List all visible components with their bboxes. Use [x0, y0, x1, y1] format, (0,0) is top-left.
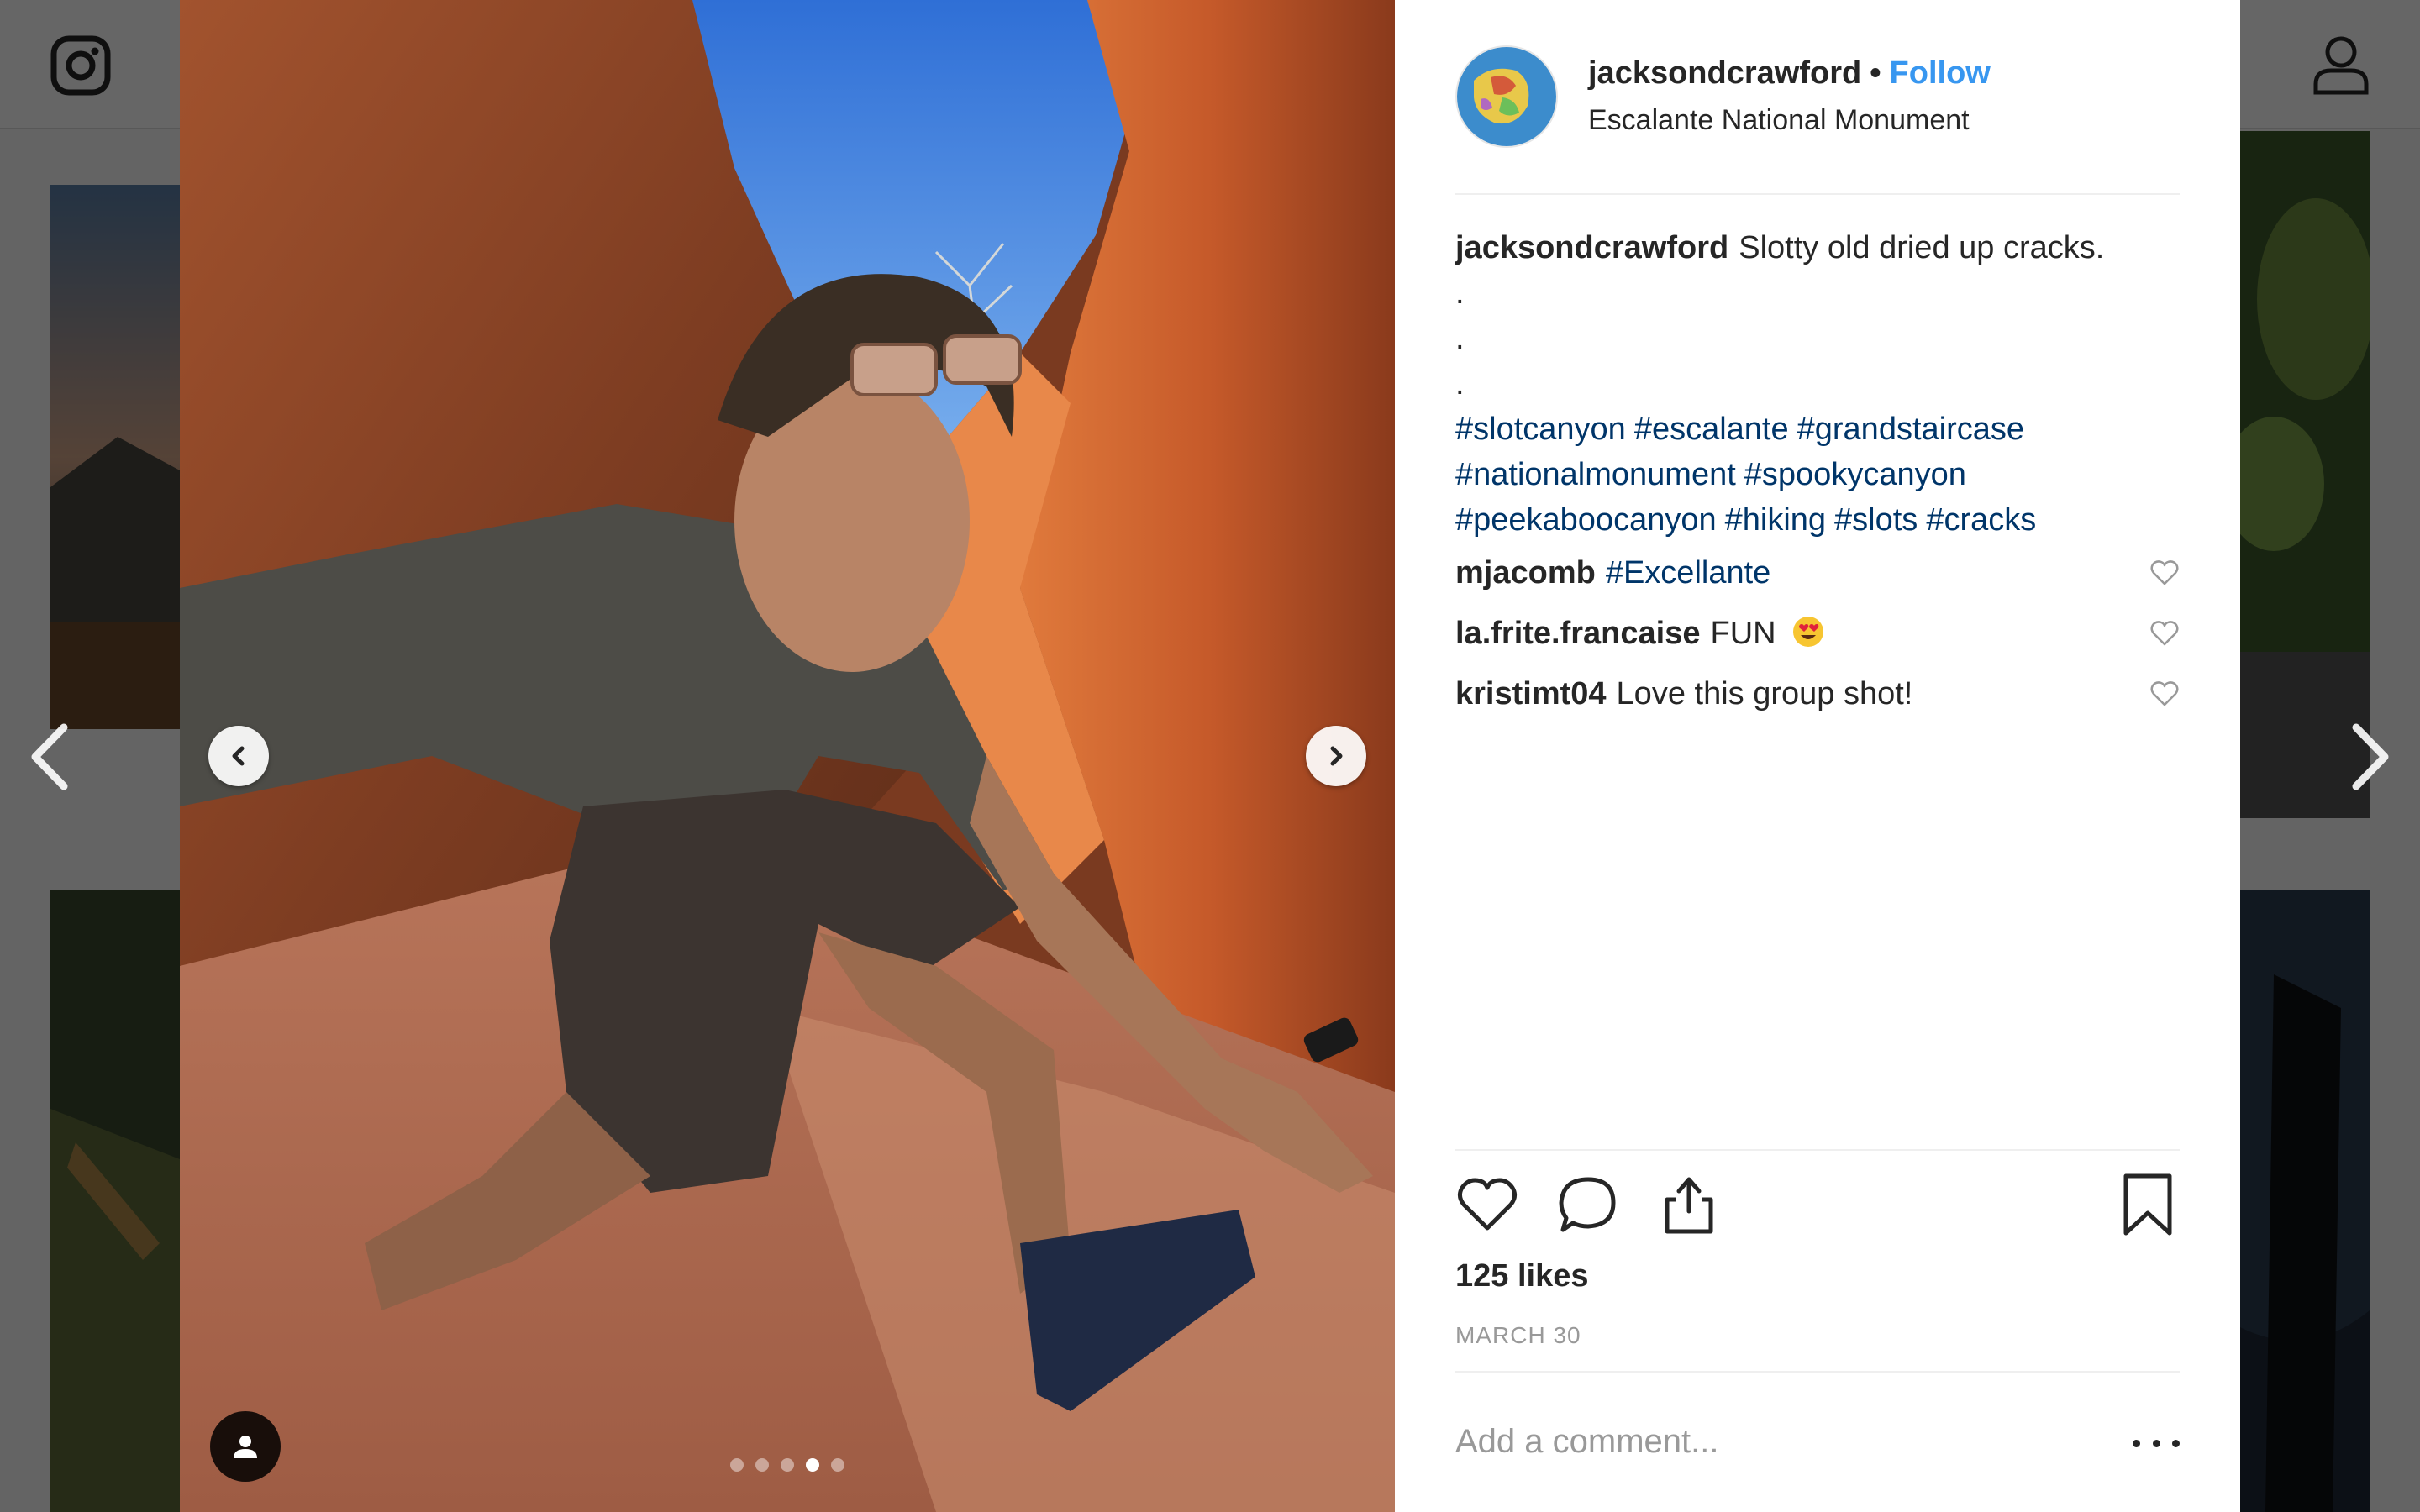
carousel-dot	[806, 1458, 819, 1472]
follow-button[interactable]: Follow	[1890, 55, 1991, 91]
comment-text: FUN	[1710, 616, 1776, 651]
post-date: MARCH 30	[1455, 1322, 1581, 1348]
carousel-indicator	[180, 1458, 1395, 1472]
post-photo[interactable]	[180, 0, 1395, 1512]
hashtag-link[interactable]: #cracks	[1926, 502, 2036, 538]
photo-scene	[180, 0, 1395, 1512]
comment-row: la.frite.francaise FUN	[1455, 603, 2180, 664]
caption-dot-line: .	[1455, 276, 1465, 311]
carousel-next-button[interactable]	[1306, 726, 1366, 786]
speech-bubble-icon[interactable]	[1556, 1173, 1620, 1236]
post-actions-bar	[1455, 1173, 2180, 1240]
comment-text[interactable]: #Excellante	[1606, 555, 1770, 591]
person-tag-icon	[234, 1436, 257, 1458]
more-dot	[2152, 1439, 2160, 1447]
caption-hashtags: #slotcanyon #escalante #grandstaircase #na…	[1455, 407, 2128, 543]
more-dot	[2133, 1439, 2140, 1447]
more-options-button[interactable]	[2133, 1428, 2180, 1458]
caption-username[interactable]: jacksondcrawford	[1455, 230, 1728, 265]
post-header: jacksondcrawford • Follow Escalante Nation…	[1455, 45, 2180, 150]
chevron-right-icon[interactable]	[2341, 719, 2400, 795]
carousel-prev-button[interactable]	[208, 726, 269, 786]
chevron-left-icon	[232, 746, 245, 766]
post-location[interactable]: Escalante National Monument	[1588, 104, 1970, 137]
chevron-left-icon[interactable]	[20, 719, 79, 795]
carousel-dot	[730, 1458, 744, 1472]
caption-text: Slotty old dried up cracks.	[1739, 230, 2105, 265]
hashtag-link[interactable]: #nationalmonument	[1455, 457, 1736, 492]
bookmark-icon[interactable]	[2116, 1173, 2180, 1236]
hashtag-link[interactable]: #escalante	[1634, 412, 1789, 447]
hashtag-link[interactable]: #slotcanyon	[1455, 412, 1626, 447]
comment-input-divider	[1455, 1371, 2180, 1373]
post-caption: jacksondcrawford Slotty old dried up crac…	[1455, 225, 2180, 270]
separator-dot: •	[1870, 55, 1881, 91]
hashtag-link[interactable]: #slots	[1834, 502, 1918, 538]
post-modal: jacksondcrawford • Follow Escalante Nation…	[180, 0, 2240, 1512]
hashtag-link[interactable]: #peekaboocanyon	[1455, 502, 1717, 538]
likes-count[interactable]: 125 likes	[1455, 1258, 1588, 1294]
actions-divider	[1455, 1149, 2180, 1151]
comment-row: kristimt04 Love this group shot!	[1455, 664, 2180, 724]
hashtag-link[interactable]: #spookycanyon	[1744, 457, 1966, 492]
hashtag-link[interactable]: #grandstaircase	[1797, 412, 2024, 447]
post-details-panel: jacksondcrawford • Follow Escalante Nation…	[1395, 0, 2240, 1512]
hashtag-link[interactable]: #hiking	[1725, 502, 1826, 538]
heart-eyes-emoji-icon	[1793, 617, 1824, 647]
share-icon[interactable]	[1657, 1173, 1721, 1236]
avatar[interactable]	[1455, 45, 1558, 148]
heart-icon[interactable]	[2149, 558, 2180, 588]
comments-section: jacksondcrawford Slotty old dried up crac…	[1455, 225, 2180, 724]
heart-icon[interactable]	[2149, 618, 2180, 648]
caption-dot-line: .	[1455, 366, 1465, 402]
comment-username[interactable]: mjacomb	[1455, 555, 1596, 591]
caption-dot-line: .	[1455, 321, 1465, 356]
header-divider	[1455, 193, 2180, 195]
comment-username[interactable]: kristimt04	[1455, 676, 1607, 711]
comment-username[interactable]: la.frite.francaise	[1455, 616, 1700, 651]
comment-text: Love this group shot!	[1616, 676, 1913, 711]
carousel-dot	[755, 1458, 769, 1472]
heart-icon[interactable]	[2149, 679, 2180, 709]
add-comment-input[interactable]	[1455, 1418, 2096, 1465]
heart-icon[interactable]	[1455, 1173, 1519, 1236]
carousel-dot	[781, 1458, 794, 1472]
carousel-dot	[831, 1458, 844, 1472]
chevron-right-icon	[1330, 746, 1343, 766]
comment-row: mjacomb #Excellante	[1455, 543, 2180, 603]
post-author-username[interactable]: jacksondcrawford	[1588, 55, 1861, 91]
more-dot	[2172, 1439, 2180, 1447]
post-author-line: jacksondcrawford • Follow	[1588, 55, 1991, 92]
